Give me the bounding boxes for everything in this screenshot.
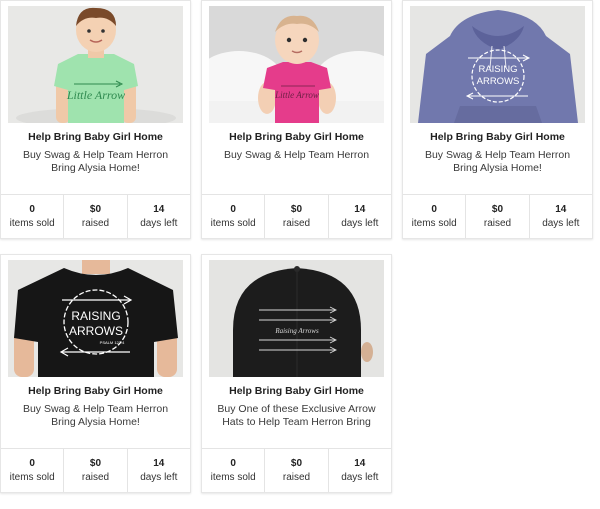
campaign-image-hoodie[interactable]: RAISING ARROWS xyxy=(410,6,585,123)
items-sold-stat: 0 items sold xyxy=(202,195,266,238)
campaign-card-5[interactable]: Raising Arrows Help Bring Baby Girl Home… xyxy=(201,254,392,493)
campaign-image-kid-tshirt[interactable]: Little Arrow xyxy=(8,6,183,123)
campaign-title[interactable]: Help Bring Baby Girl Home xyxy=(202,131,391,143)
campaign-stats: 0 items sold $0 raised 14 days left xyxy=(403,194,592,238)
days-left-stat: 14 days left xyxy=(341,458,379,483)
campaign-title[interactable]: Help Bring Baby Girl Home xyxy=(1,385,190,397)
campaign-description: Buy Swag & Help Team Herron xyxy=(223,149,370,161)
raised-stat: $0 raised xyxy=(64,449,128,492)
campaign-description: Buy Swag & Help Team Herron Bring Alysia… xyxy=(424,149,571,174)
days-left-stat: 14 days left xyxy=(140,204,178,229)
campaign-card-2[interactable]: Little Arrow Help Bring Baby Girl Home B… xyxy=(201,0,392,239)
items-sold-stat: 0 items sold xyxy=(202,449,266,492)
svg-text:Raising Arrows: Raising Arrows xyxy=(274,327,319,335)
raised-stat: $0 raised xyxy=(466,195,530,238)
raised-stat: $0 raised xyxy=(265,449,329,492)
svg-text:Little Arrow: Little Arrow xyxy=(274,90,319,100)
svg-text:PSALM 127:4: PSALM 127:4 xyxy=(100,340,125,345)
campaign-title[interactable]: Help Bring Baby Girl Home xyxy=(403,131,592,143)
campaign-title[interactable]: Help Bring Baby Girl Home xyxy=(1,131,190,143)
campaign-stats: 0 items sold $0 raised 14 days left xyxy=(1,194,190,238)
raised-stat: $0 raised xyxy=(64,195,128,238)
items-sold-stat: 0 items sold xyxy=(1,195,65,238)
days-left-stat: 14 days left xyxy=(140,458,178,483)
campaign-description: Buy Swag & Help Team Herron Bring Alysia… xyxy=(22,403,169,428)
campaign-image-black-hat[interactable]: Raising Arrows xyxy=(209,260,384,377)
campaign-card-1[interactable]: Little Arrow Help Bring Baby Girl Home B… xyxy=(0,0,191,239)
campaign-stats: 0 items sold $0 raised 14 days left xyxy=(202,194,391,238)
campaign-description: Buy One of these Exclusive Arrow Hats to… xyxy=(217,403,376,428)
campaign-stats: 0 items sold $0 raised 14 days left xyxy=(1,448,190,492)
campaign-card-4[interactable]: RAISING ARROWS PSALM 127:4 Help Bring Ba… xyxy=(0,254,191,493)
campaign-description: Buy Swag & Help Team Herron Bring Alysia… xyxy=(22,149,169,174)
days-left-stat: 14 days left xyxy=(542,204,580,229)
campaign-title[interactable]: Help Bring Baby Girl Home xyxy=(202,385,391,397)
campaign-stats: 0 items sold $0 raised 14 days left xyxy=(202,448,391,492)
campaign-card-3[interactable]: RAISING ARROWS Help Bring Baby Girl Home… xyxy=(402,0,593,239)
raised-stat: $0 raised xyxy=(265,195,329,238)
svg-text:ARROWS: ARROWS xyxy=(477,76,520,87)
svg-text:ARROWS: ARROWS xyxy=(69,324,123,338)
items-sold-stat: 0 items sold xyxy=(403,195,467,238)
campaign-image-baby-onesie[interactable]: Little Arrow xyxy=(209,6,384,123)
svg-text:RAISING: RAISING xyxy=(71,309,120,323)
svg-text:Little Arrow: Little Arrow xyxy=(66,88,125,102)
svg-text:RAISING: RAISING xyxy=(478,64,517,75)
items-sold-stat: 0 items sold xyxy=(1,449,65,492)
days-left-stat: 14 days left xyxy=(341,204,379,229)
campaign-image-black-tshirt[interactable]: RAISING ARROWS PSALM 127:4 xyxy=(8,260,183,377)
